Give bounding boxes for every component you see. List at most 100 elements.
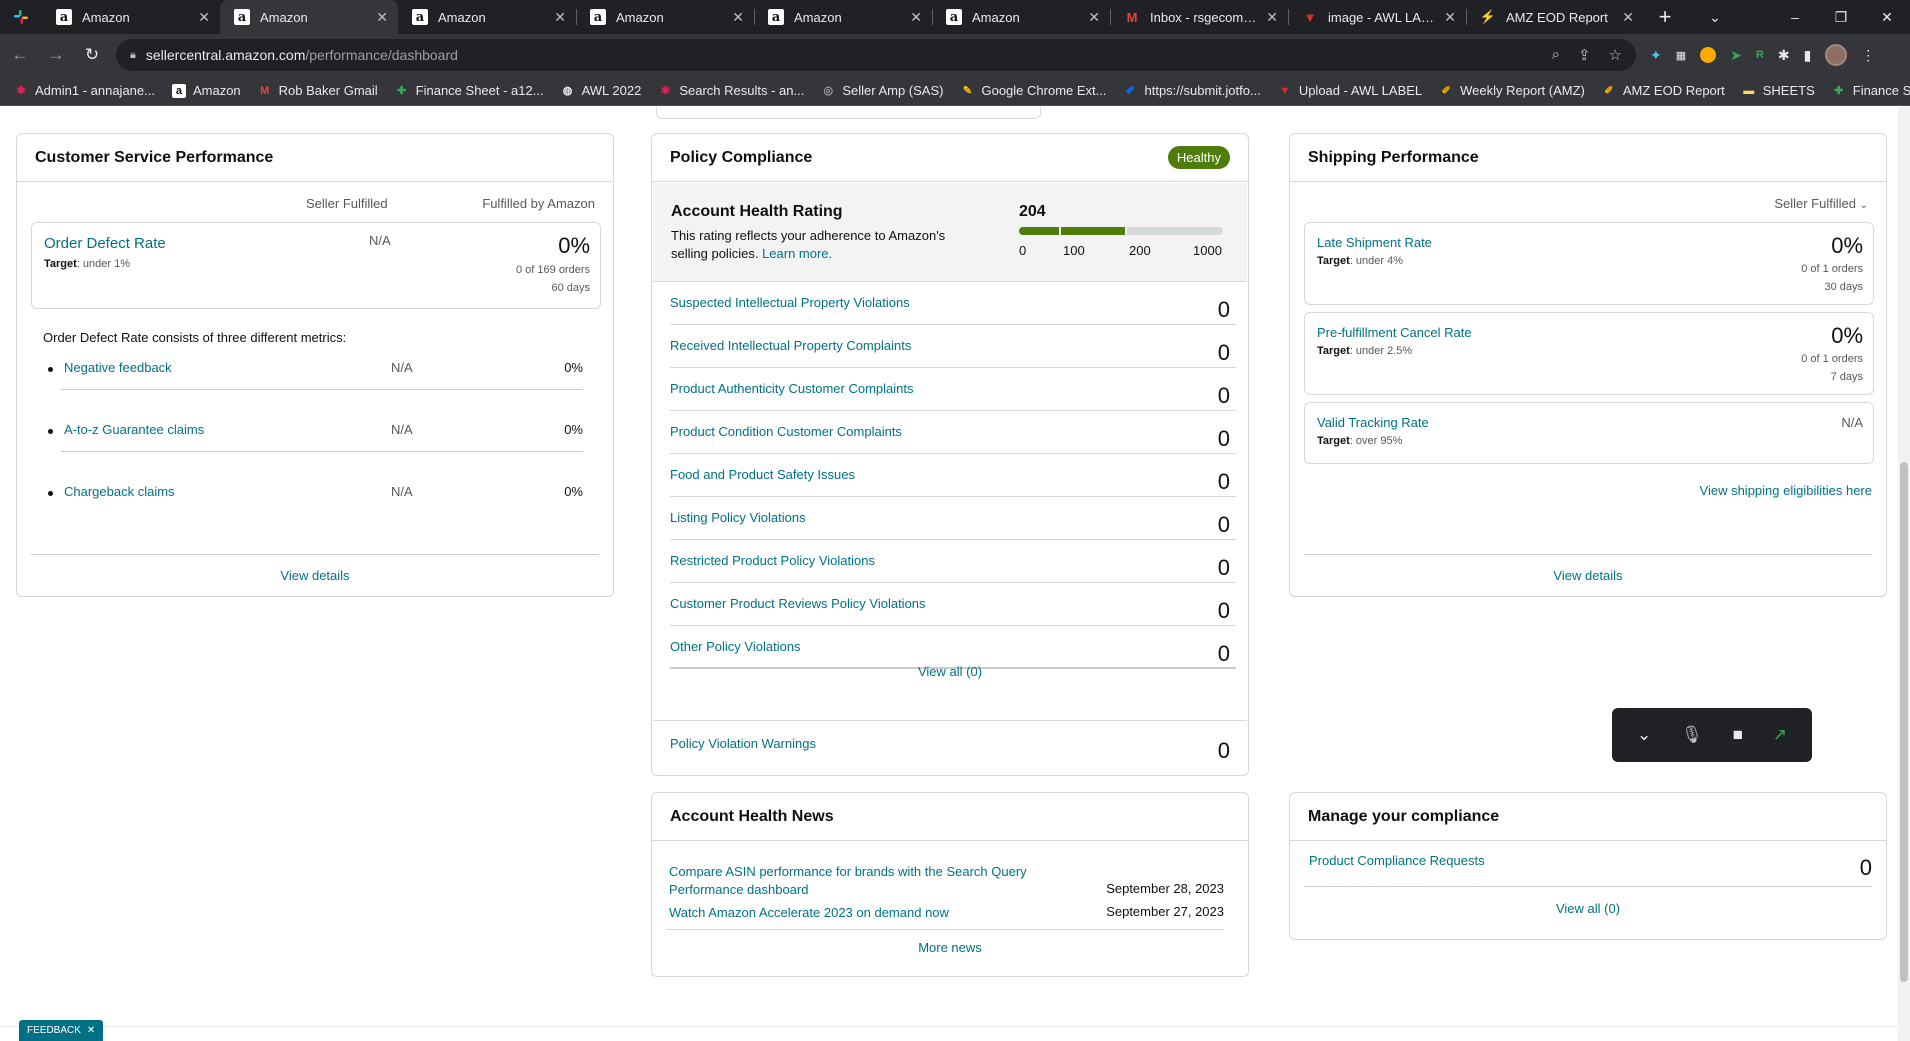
more-news-link[interactable]: More news [652, 940, 1248, 955]
metric-value: 0% [1831, 323, 1863, 348]
metric-link[interactable]: Chargeback claims [64, 484, 175, 499]
bookmark-item[interactable]: ◍ AWL 2022 [561, 83, 642, 98]
bookmark-item[interactable]: ✱ Admin1 - annajane... [14, 83, 155, 98]
lock-icon[interactable]: 🔒︎ [130, 49, 136, 62]
browser-tab[interactable]: a Amazon ✕ [220, 0, 398, 34]
extension-diamond-icon[interactable]: ✦ [1650, 47, 1662, 64]
compliance-requests-link[interactable]: Product Compliance Requests [1309, 853, 1485, 868]
metric-link[interactable]: A-to-z Guarantee claims [64, 422, 204, 437]
extension-leaf-icon[interactable]: ➤ [1730, 47, 1742, 64]
scrollbar-thumb[interactable] [1900, 462, 1908, 982]
back-icon[interactable]: ← [4, 39, 36, 71]
extension-circle-icon[interactable] [1700, 47, 1717, 63]
browser-tab[interactable]: a Amazon ✕ [754, 0, 932, 34]
metric-link[interactable]: Valid Tracking Rate [1317, 415, 1429, 430]
news-item-link[interactable]: Watch Amazon Accelerate 2023 on demand n… [669, 904, 949, 922]
restore-icon[interactable]: ❐ [1818, 9, 1864, 26]
bookmark-item[interactable]: ✱ Search Results - an... [658, 83, 805, 98]
tab-close-icon[interactable]: ✕ [910, 9, 922, 26]
bookmarks-bar: ✱ Admin1 - annajane... a Amazon M Rob Baker G… [0, 76, 1910, 106]
shipping-eligibilities-link[interactable]: View shipping eligibilities here [1700, 483, 1872, 498]
address-bar[interactable]: 🔒︎ sellercentral.amazon.com/performance/… [116, 39, 1636, 71]
browser-tab[interactable]: ⚡ AMZ EOD Report ✕ [1466, 0, 1644, 34]
forward-icon[interactable]: → [40, 39, 72, 71]
bookmark-item[interactable]: ▬ SHEETS [1742, 83, 1815, 98]
extensions-puzzle-icon[interactable]: ✱ [1778, 47, 1790, 64]
feedback-button[interactable]: FEEDBACK ✕ [19, 1020, 104, 1041]
tab-close-icon[interactable]: ✕ [198, 9, 210, 26]
bookmark-item[interactable]: ✚ Finance Sheet - a12... [1832, 83, 1910, 98]
bookmark-item[interactable]: a Amazon [171, 83, 241, 98]
bookmark-star-icon[interactable]: ☆ [1609, 46, 1622, 64]
learn-more-link[interactable]: Learn more. [762, 246, 832, 261]
policy-violation-link[interactable]: Product Authenticity Customer Complaints [670, 381, 914, 396]
browser-tab[interactable]: a Amazon ✕ [42, 0, 220, 34]
bookmark-item[interactable]: ✐ AMZ EOD Report [1602, 83, 1724, 98]
menu-kebab-icon[interactable]: ⋮ [1861, 47, 1875, 64]
divider [653, 720, 1247, 721]
zoom-icon[interactable]: ⌕ [1552, 46, 1560, 64]
collapse-chevron-icon[interactable]: ⌄ [1637, 725, 1651, 745]
policy-warnings-link[interactable]: Policy Violation Warnings [670, 736, 816, 751]
reload-icon[interactable]: ↻ [76, 39, 108, 71]
tab-close-icon[interactable]: ✕ [554, 9, 566, 26]
extension-off-icon[interactable]: ▦ [1676, 49, 1686, 62]
tab-close-icon[interactable]: ✕ [1444, 9, 1456, 26]
close-icon[interactable]: ✕ [87, 1025, 95, 1036]
browser-tab[interactable]: ▼ image - AWL LABEL ✕ [1288, 0, 1466, 34]
extension-r-icon[interactable]: R [1756, 49, 1764, 61]
divider [1304, 554, 1872, 555]
policy-violation-link[interactable]: Other Policy Violations [670, 639, 801, 654]
metric-period: 30 days [1824, 281, 1863, 293]
share-icon[interactable]: ⇪ [1578, 46, 1591, 64]
bookmark-label: AWL 2022 [581, 83, 642, 98]
minimize-icon[interactable]: – [1772, 9, 1818, 25]
column-header-seller-fulfilled: Seller Fulfilled [306, 196, 388, 211]
news-item-link[interactable]: Compare ASIN performance for brands with… [669, 863, 1029, 899]
view-details-link[interactable]: View details [1290, 568, 1886, 583]
tab-close-icon[interactable]: ✕ [732, 9, 744, 26]
bookmark-item[interactable]: ▼ Upload - AWL LABEL [1278, 83, 1422, 98]
slack-icon[interactable] [0, 0, 42, 34]
close-window-icon[interactable]: ✕ [1864, 9, 1910, 26]
policy-violation-link[interactable]: Restricted Product Policy Violations [670, 553, 875, 568]
side-panel-icon[interactable]: ▮ [1804, 47, 1812, 64]
browser-tab[interactable]: a Amazon ✕ [932, 0, 1110, 34]
popout-icon[interactable]: ↗ [1773, 725, 1787, 745]
policy-violation-link[interactable]: Suspected Intellectual Property Violatio… [670, 295, 910, 310]
view-all-compliance-link[interactable]: View all (0) [1290, 901, 1886, 916]
bookmark-item[interactable]: ✚ Finance Sheet - a12... [395, 83, 544, 98]
policy-violation-link[interactable]: Received Intellectual Property Complaint… [670, 338, 911, 353]
view-details-link[interactable]: View details [17, 568, 613, 583]
view-all-violations-link[interactable]: View all (0) [652, 664, 1248, 679]
metric-link[interactable]: Negative feedback [64, 360, 172, 375]
bookmark-item[interactable]: ✎ Google Chrome Ext... [960, 83, 1107, 98]
new-tab-button[interactable]: + [1648, 0, 1682, 34]
tab-close-icon[interactable]: ✕ [376, 9, 388, 26]
tab-close-icon[interactable]: ✕ [1266, 9, 1278, 26]
metric-link[interactable]: Pre-fulfillment Cancel Rate [1317, 325, 1472, 340]
bookmark-item[interactable]: ◎ Seller Amp (SAS) [821, 83, 944, 98]
policy-violation-link[interactable]: Customer Product Reviews Policy Violatio… [670, 596, 926, 611]
bookmark-item[interactable]: ✐ Weekly Report (AMZ) [1439, 83, 1585, 98]
awl-icon: ▼ [1279, 84, 1291, 97]
mic-muted-icon[interactable]: 🎙︎ [1681, 725, 1703, 745]
order-defect-rate-link[interactable]: Order Defect Rate [44, 235, 166, 252]
metric-link[interactable]: Late Shipment Rate [1317, 235, 1432, 250]
browser-tab[interactable]: a Amazon ✕ [398, 0, 576, 34]
page-scrollbar[interactable] [1898, 107, 1910, 1041]
camera-icon[interactable]: ■ [1733, 725, 1743, 745]
tab-search-icon[interactable]: ⌄ [1688, 9, 1742, 26]
fulfillment-filter-dropdown[interactable]: Seller Fulfilled ⌄ [1774, 196, 1868, 211]
browser-tab[interactable]: M Inbox - rsgecommer ✕ [1110, 0, 1288, 34]
bookmark-item[interactable]: ✐ https://submit.jotfo... [1123, 83, 1261, 98]
policy-violation-link[interactable]: Product Condition Customer Complaints [670, 424, 902, 439]
bookmark-item[interactable]: M Rob Baker Gmail [258, 83, 378, 98]
policy-violation-link[interactable]: Food and Product Safety Issues [670, 467, 855, 482]
profile-avatar[interactable] [1825, 44, 1848, 66]
ahr-tick: 100 [1063, 243, 1085, 258]
browser-tab[interactable]: a Amazon ✕ [576, 0, 754, 34]
policy-violation-link[interactable]: Listing Policy Violations [670, 510, 806, 525]
tab-close-icon[interactable]: ✕ [1622, 9, 1634, 26]
tab-close-icon[interactable]: ✕ [1088, 9, 1100, 26]
